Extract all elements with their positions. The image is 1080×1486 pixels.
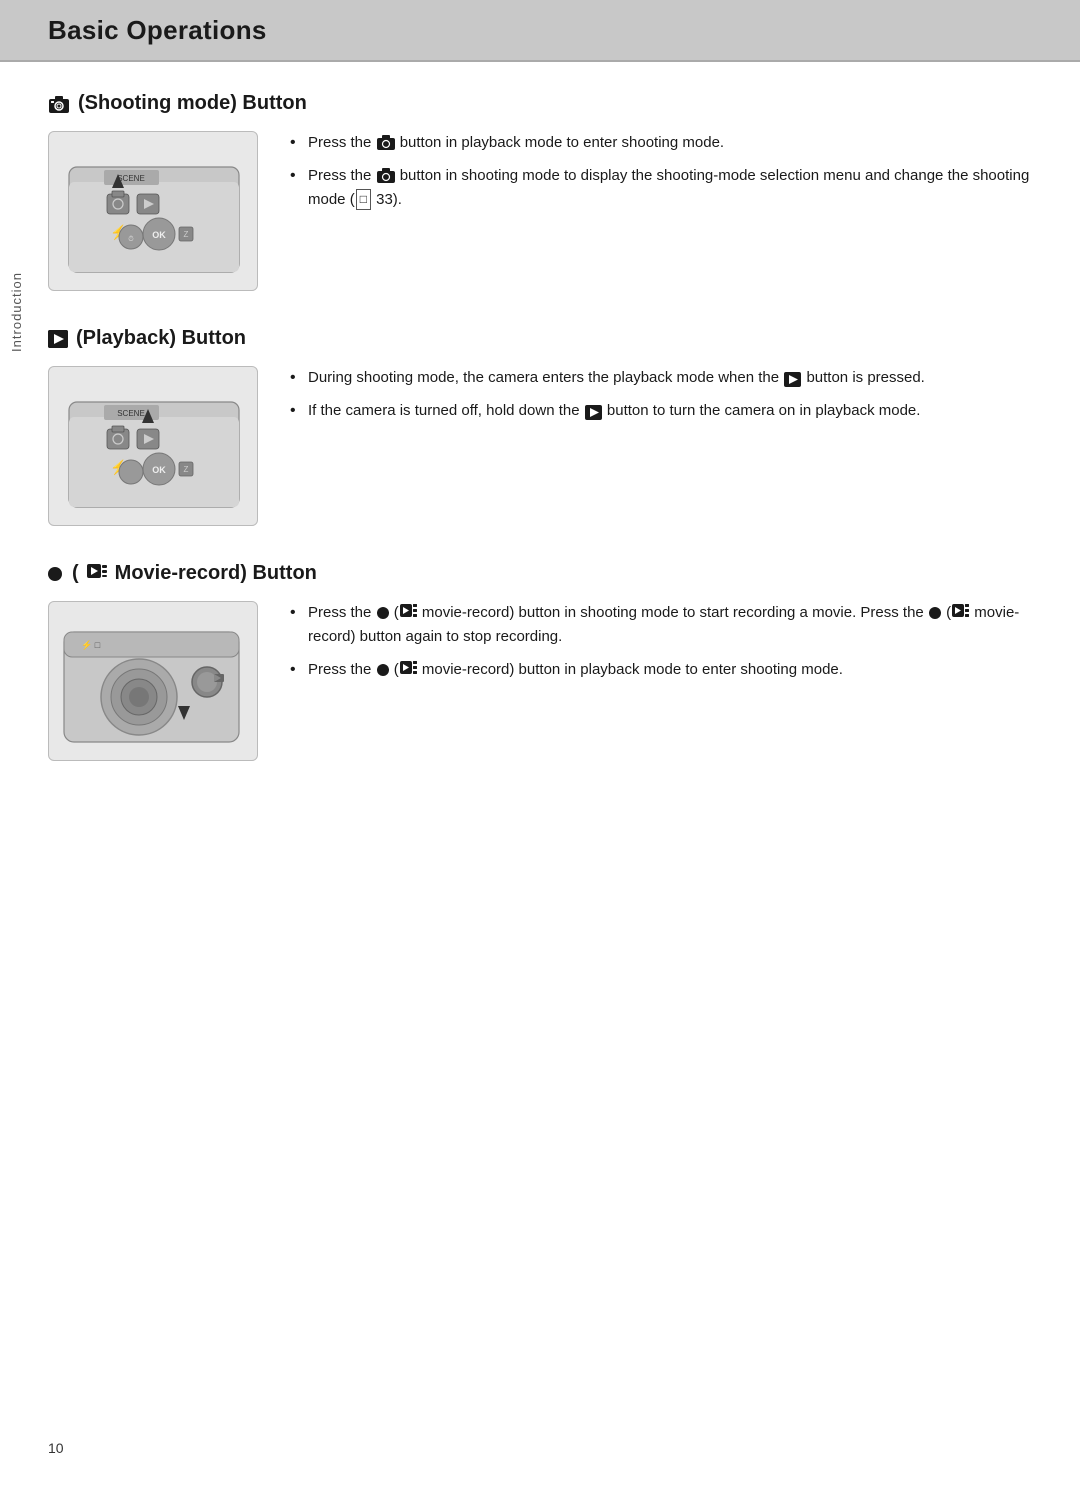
svg-text:⏱: ⏱ — [128, 235, 134, 243]
movie-bullet-1: Press the ( movie-record) button in shoo… — [290, 601, 1032, 648]
main-content: (Shooting mode) Button SCENE — [48, 62, 1032, 761]
movie-film-icon-title — [87, 562, 107, 585]
shooting-mode-title-text: (Shooting mode) Button — [78, 92, 307, 115]
svg-text:⚡ □: ⚡ □ — [81, 639, 101, 651]
page-title: Basic Operations — [48, 15, 267, 46]
camera-diagram-1: SCENE ⚡ OK Z — [48, 131, 258, 291]
page-number: 10 — [48, 1440, 64, 1456]
playback-bullet-1: During shooting mode, the camera enters … — [290, 366, 1032, 389]
section-shooting-mode: (Shooting mode) Button SCENE — [48, 92, 1032, 291]
shooting-mode-bullets: Press the button in playback mode to ent… — [290, 131, 1032, 221]
svg-text:OK: OK — [152, 465, 166, 475]
playback-bullet-2: If the camera is turned off, hold down t… — [290, 399, 1032, 422]
svg-text:Z: Z — [184, 230, 189, 239]
shooting-bullet-2: Press the button in shooting mode to dis… — [290, 164, 1032, 211]
movie-title-text: ( — [72, 562, 79, 585]
movie-btn-inline-1 — [377, 607, 389, 619]
movie-film-inline-2 — [952, 601, 969, 624]
section-shooting-title: (Shooting mode) Button — [48, 92, 1032, 115]
playback-icon-title — [48, 330, 68, 348]
sidebar: Introduction — [0, 62, 32, 562]
playback-icon-inline-2 — [585, 404, 602, 419]
movie-btn-inline-2 — [929, 607, 941, 619]
shooting-bullet-1: Press the button in playback mode to ent… — [290, 131, 1032, 154]
playback-icon-inline-1 — [784, 371, 801, 386]
movie-film-inline-1 — [400, 601, 417, 624]
playback-body: SCENE ⚡ OK Z — [48, 366, 1032, 526]
playback-title-text: (Playback) Button — [76, 327, 246, 350]
shooting-mode-body: SCENE ⚡ OK Z — [48, 131, 1032, 291]
sidebar-label: Introduction — [9, 272, 24, 352]
svg-text:SCENE: SCENE — [117, 174, 145, 183]
movie-record-icon-title — [48, 567, 62, 581]
ref-box-33a: □ — [356, 189, 371, 210]
svg-text:OK: OK — [152, 230, 166, 240]
camera-svg-2: SCENE ⚡ OK Z — [49, 367, 258, 526]
camera-svg-1: SCENE ⚡ OK Z — [49, 132, 258, 291]
playback-bullets: During shooting mode, the camera enters … — [290, 366, 1032, 433]
section-movie-record: ( Movie-record) Button ⚡ □ — [48, 562, 1032, 761]
camera-svg-3: ⚡ □ — [49, 602, 258, 761]
movie-record-bullets: Press the ( movie-record) button in shoo… — [290, 601, 1032, 692]
movie-title-end-text: Movie-record) Button — [115, 562, 317, 585]
camera-diagram-2: SCENE ⚡ OK Z — [48, 366, 258, 526]
movie-film-inline-3 — [400, 658, 417, 681]
svg-text:SCENE: SCENE — [117, 409, 145, 418]
shooting-icon-inline-1 — [377, 135, 395, 151]
camera-diagram-3: ⚡ □ — [48, 601, 258, 761]
section-movie-title: ( Movie-record) Button — [48, 562, 1032, 585]
movie-record-body: ⚡ □ Pres — [48, 601, 1032, 761]
shooting-mode-icon — [48, 94, 70, 114]
movie-bullet-2: Press the ( movie-record) button in play… — [290, 658, 1032, 682]
shooting-icon-inline-2 — [377, 168, 395, 184]
movie-btn-inline-3 — [377, 664, 389, 676]
section-playback: (Playback) Button SCENE ⚡ — [48, 327, 1032, 526]
header-bar: Basic Operations — [0, 0, 1080, 62]
svg-text:Z: Z — [184, 465, 189, 474]
section-playback-title: (Playback) Button — [48, 327, 1032, 350]
